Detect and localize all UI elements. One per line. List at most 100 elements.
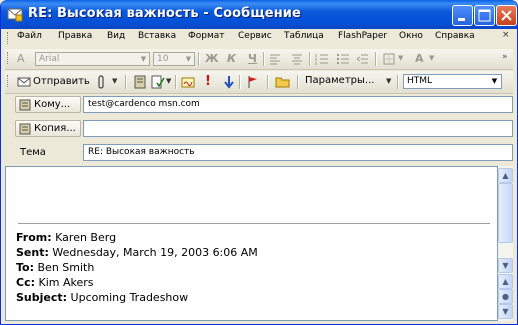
toolbar-grip[interactable] <box>7 52 11 64</box>
quoted-cc-label: Cc: <box>16 276 35 289</box>
border-icon[interactable] <box>383 53 397 65</box>
previous-page-button[interactable]: ▲ <box>498 274 513 289</box>
subject-field[interactable]: RE: Высокая важность <box>83 144 513 161</box>
flag-icon[interactable] <box>247 75 259 89</box>
title-bar[interactable]: RE: Высокая важность - Сообщение <box>1 0 517 29</box>
chevron-down-icon: ▼ <box>140 55 147 63</box>
separator <box>198 52 200 66</box>
font-size-combo[interactable]: 10 ▼ <box>153 52 195 66</box>
to-field[interactable]: test@cardenco msn.com <box>83 96 513 113</box>
separator <box>263 52 265 66</box>
toolbar-grip[interactable] <box>7 75 11 87</box>
select-browse-object-button[interactable]: ● <box>498 289 513 304</box>
check-names-icon[interactable] <box>151 75 165 89</box>
menu-grip[interactable] <box>7 32 11 44</box>
menu-table[interactable]: Таблица <box>284 31 324 41</box>
menu-insert[interactable]: Вставка <box>138 31 176 41</box>
chevron-down-icon[interactable]: ▼ <box>386 77 391 85</box>
menu-help[interactable]: Справка <box>435 31 475 41</box>
menu-file[interactable]: Файл <box>17 31 42 41</box>
bullet-list-icon[interactable] <box>336 53 350 65</box>
mail-message-icon <box>7 8 23 22</box>
separator <box>375 52 377 66</box>
decrease-indent-icon[interactable] <box>357 53 369 65</box>
send-icon <box>17 77 31 87</box>
high-importance-icon[interactable]: ! <box>205 74 211 89</box>
maximize-button[interactable] <box>474 5 495 26</box>
quoted-to-label: To: <box>16 261 34 274</box>
align-left-icon[interactable] <box>269 53 281 65</box>
bold-button[interactable]: Ж <box>205 52 218 65</box>
quoted-subject: Subject: Upcoming Tradeshow <box>16 291 188 304</box>
scroll-thumb[interactable] <box>498 183 513 243</box>
chevron-down-icon[interactable]: ▼ <box>429 54 434 62</box>
chevron-down-icon[interactable]: ▼ <box>166 77 171 85</box>
message-format-select[interactable]: HTML ▼ <box>403 74 502 89</box>
underline-button[interactable]: Ч <box>248 52 257 65</box>
chevron-down-icon[interactable]: ▼ <box>398 54 403 62</box>
font-size: 10 <box>157 54 169 64</box>
low-importance-icon[interactable] <box>224 75 234 89</box>
message-body[interactable]: From: Karen Berg Sent: Wednesday, March … <box>5 166 498 321</box>
menu-view[interactable]: Вид <box>107 31 125 41</box>
align-center-icon[interactable] <box>291 53 303 65</box>
options-button[interactable]: Параметры... <box>305 75 374 86</box>
next-page-button[interactable]: ▼ <box>498 304 513 319</box>
font-combo[interactable]: Arial ▼ <box>35 52 150 66</box>
menu-flashpaper[interactable]: FlashPaper <box>338 31 387 41</box>
quoted-to: To: Ben Smith <box>16 261 94 274</box>
menu-edit[interactable]: Правка <box>58 31 92 41</box>
message-format-value: HTML <box>407 76 433 86</box>
scroll-down-button[interactable]: ▼ <box>498 258 513 273</box>
style-icon[interactable]: A <box>17 52 25 65</box>
cc-button[interactable]: Копия... <box>15 120 81 137</box>
minimize-button[interactable] <box>452 5 473 26</box>
separator <box>175 75 177 89</box>
separator <box>397 75 399 89</box>
menu-close-icon[interactable]: × <box>502 30 510 40</box>
minimize-icon <box>458 18 465 21</box>
send-button[interactable]: Отправить <box>17 73 90 90</box>
maximize-icon <box>478 9 491 22</box>
standard-toolbar: Отправить ▼ ▼ ! Параметры... ▼ HTML ▼ <box>5 71 513 94</box>
menu-format[interactable]: Формат <box>188 31 225 41</box>
separator <box>267 75 269 89</box>
to-button[interactable]: Кому... <box>15 96 81 113</box>
message-header: Кому... test@cardenco msn.com Копия... Т… <box>5 94 513 162</box>
send-label: Отправить <box>33 76 90 87</box>
cc-label: Копия... <box>34 123 76 134</box>
quoted-to-value: Ben Smith <box>37 261 95 274</box>
window-title: RE: Высокая важность - Сообщение <box>28 6 301 21</box>
separator <box>125 75 127 89</box>
quoted-sent-label: Sent: <box>16 246 49 259</box>
quoted-sent: Sent: Wednesday, March 19, 2003 6:06 AM <box>16 246 258 259</box>
menu-tools[interactable]: Сервис <box>238 31 272 41</box>
menu-window[interactable]: Окно <box>399 31 423 41</box>
quoted-from-label: From: <box>16 231 52 244</box>
message-window: RE: Высокая важность - Сообщение Файл Пр… <box>0 0 518 325</box>
address-book-icon[interactable] <box>133 75 147 89</box>
font-name: Arial <box>39 54 60 64</box>
toolbar-options-icon[interactable]: » <box>502 52 508 62</box>
quoted-sent-value: Wednesday, March 19, 2003 6:06 AM <box>52 246 258 259</box>
to-label: Кому... <box>34 99 71 110</box>
scroll-up-button[interactable]: ▲ <box>498 168 513 183</box>
quoted-from: From: Karen Berg <box>16 231 116 244</box>
chevron-down-icon: ▼ <box>185 55 192 63</box>
vertical-scrollbar[interactable]: ▲ ▼ ▲ ● ▼ <box>498 166 513 321</box>
cc-field[interactable] <box>83 120 513 137</box>
close-button[interactable] <box>496 5 517 26</box>
separator <box>297 75 299 89</box>
address-book-icon <box>19 99 31 111</box>
open-folder-icon[interactable] <box>275 75 291 89</box>
attach-icon[interactable] <box>97 75 107 89</box>
font-color-button[interactable]: A <box>415 52 424 65</box>
italic-button[interactable]: К <box>227 52 236 65</box>
numbered-list-icon[interactable] <box>315 53 329 65</box>
chevron-down-icon[interactable]: ▼ <box>112 77 117 85</box>
signature-icon[interactable] <box>181 75 195 89</box>
formatting-toolbar: A Arial ▼ 10 ▼ Ж К Ч ▼ A ▼ » <box>5 49 513 70</box>
quoted-cc: Cc: Kim Akers <box>16 276 94 289</box>
menu-bar: Файл Правка Вид Вставка Формат Сервис Та… <box>5 29 513 46</box>
close-icon <box>501 10 512 21</box>
